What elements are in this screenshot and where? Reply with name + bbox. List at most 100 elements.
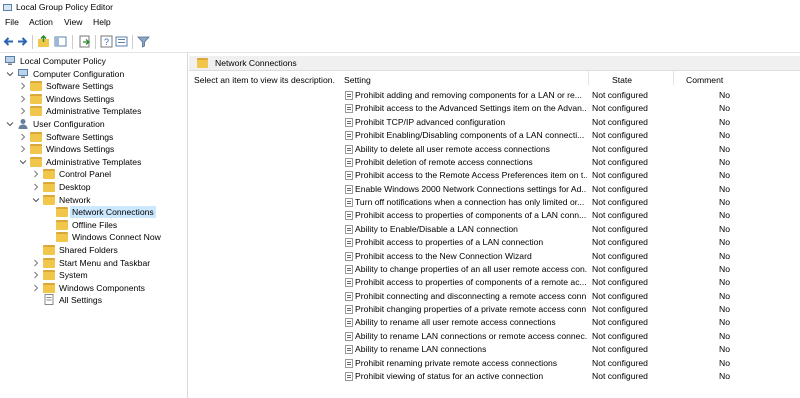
chevron-down-icon[interactable] bbox=[32, 196, 40, 204]
computer-policy-icon bbox=[4, 55, 16, 66]
table-row[interactable]: Ability to change properties of an all u… bbox=[339, 263, 800, 276]
comment-cell: No bbox=[719, 90, 730, 100]
state-cell: Not configured bbox=[592, 130, 648, 141]
chevron-down-icon[interactable] bbox=[19, 158, 27, 166]
table-row[interactable]: Ability to delete all user remote access… bbox=[339, 143, 800, 156]
menu-view[interactable]: View bbox=[64, 17, 82, 27]
chevron-right-icon[interactable] bbox=[32, 271, 40, 279]
menu-file[interactable]: File bbox=[5, 17, 19, 27]
tree-node[interactable]: Offline Files bbox=[0, 219, 187, 231]
state-cell: Not configured bbox=[592, 170, 648, 181]
policy-tree[interactable]: Local Computer Policy Computer Configurat… bbox=[0, 53, 188, 398]
column-header-setting[interactable]: Setting bbox=[344, 74, 371, 86]
help-icon[interactable]: ? bbox=[100, 35, 113, 48]
table-row[interactable]: Prohibit access to the Advanced Settings… bbox=[339, 102, 800, 115]
chevron-right-icon[interactable] bbox=[19, 95, 27, 103]
column-divider[interactable] bbox=[673, 71, 674, 85]
table-row[interactable]: Prohibit viewing of status for an active… bbox=[339, 370, 800, 383]
filter-icon[interactable] bbox=[137, 35, 150, 48]
chevron-right-icon[interactable] bbox=[19, 145, 27, 153]
tree-node[interactable]: Windows Settings bbox=[0, 143, 187, 155]
table-row[interactable]: Prohibit access to properties of compone… bbox=[339, 209, 800, 222]
tree-node-label: Desktop bbox=[59, 182, 91, 192]
table-row[interactable]: Ability to rename LAN connections or rem… bbox=[339, 330, 800, 343]
table-row[interactable]: Prohibit access to the Remote Access Pre… bbox=[339, 169, 800, 182]
tree-node[interactable]: Shared Folders bbox=[0, 244, 187, 256]
comment-cell: No bbox=[719, 183, 730, 194]
folder-icon bbox=[30, 144, 42, 155]
menu-help[interactable]: Help bbox=[93, 17, 111, 27]
tree-node[interactable]: Start Menu and Taskbar bbox=[0, 257, 187, 269]
folder-icon bbox=[43, 194, 55, 205]
title-bar: Local Group Policy Editor bbox=[0, 0, 800, 15]
chevron-right-icon[interactable] bbox=[19, 133, 27, 141]
tree-node-label: Windows Components bbox=[59, 282, 145, 293]
tree-node[interactable]: Software Settings bbox=[0, 131, 187, 143]
properties-icon[interactable] bbox=[115, 35, 128, 48]
tree-node[interactable]: Windows Settings bbox=[0, 93, 187, 105]
column-header-state[interactable]: State bbox=[612, 74, 632, 86]
tree-node-label: Shared Folders bbox=[59, 245, 118, 255]
table-row[interactable]: Prohibit connecting and disconnecting a … bbox=[339, 290, 800, 303]
setting-cell: Prohibit connecting and disconnecting a … bbox=[355, 290, 587, 301]
tree-node[interactable]: Desktop bbox=[0, 181, 187, 193]
tree-node[interactable]: Local Computer Policy bbox=[0, 55, 187, 67]
tree-node[interactable]: System bbox=[0, 269, 187, 281]
chevron-right-icon[interactable] bbox=[19, 107, 27, 115]
tree-node-label: System bbox=[59, 270, 88, 281]
chevron-right-icon[interactable] bbox=[19, 82, 27, 90]
table-row[interactable]: Prohibit adding and removing components … bbox=[339, 89, 800, 102]
tree-node[interactable]: Software Settings bbox=[0, 80, 187, 92]
table-row[interactable]: Turn off notifications when a connection… bbox=[339, 196, 800, 209]
policy-setting-icon bbox=[345, 198, 353, 208]
table-row[interactable]: Prohibit access to properties of compone… bbox=[339, 276, 800, 289]
comment-cell: No bbox=[719, 344, 730, 355]
forward-icon[interactable] bbox=[16, 35, 29, 48]
table-row[interactable]: Ability to rename LAN connections Not con… bbox=[339, 343, 800, 356]
show-hide-tree-icon[interactable] bbox=[54, 35, 67, 48]
chevron-down-icon[interactable] bbox=[6, 120, 14, 128]
chevron-right-icon[interactable] bbox=[32, 284, 40, 292]
setting-cell: Prohibit adding and removing components … bbox=[355, 90, 582, 100]
tree-node[interactable]: All Settings bbox=[0, 294, 187, 306]
chevron-down-icon[interactable] bbox=[6, 70, 14, 78]
column-header-comment[interactable]: Comment bbox=[686, 74, 723, 86]
chevron-right-icon[interactable] bbox=[32, 259, 40, 267]
tree-node-label: Start Menu and Taskbar bbox=[59, 257, 151, 268]
tree-node[interactable]: Administrative Templates bbox=[0, 156, 187, 168]
table-row[interactable]: Prohibit changing properties of a privat… bbox=[339, 303, 800, 316]
chevron-right-icon[interactable] bbox=[32, 183, 40, 191]
tree-node[interactable]: Network bbox=[0, 194, 187, 206]
table-row[interactable]: Ability to Enable/Disable a LAN connecti… bbox=[339, 223, 800, 236]
svg-text:?: ? bbox=[104, 37, 109, 47]
setting-cell: Turn off notifications when a connection… bbox=[355, 197, 585, 208]
table-row[interactable]: Prohibit access to the New Connection Wi… bbox=[339, 250, 800, 263]
tree-node[interactable]: Control Panel bbox=[0, 168, 187, 180]
table-row[interactable]: Prohibit TCP/IP advanced configuration No… bbox=[339, 116, 800, 129]
state-cell: Not configured bbox=[592, 370, 648, 381]
up-folder-icon[interactable] bbox=[37, 35, 50, 48]
table-row[interactable]: Prohibit access to properties of a LAN c… bbox=[339, 236, 800, 249]
menu-action[interactable]: Action bbox=[29, 17, 53, 27]
export-list-icon[interactable] bbox=[78, 35, 91, 48]
table-row[interactable]: Prohibit Enabling/Disabling components o… bbox=[339, 129, 800, 142]
window-title: Local Group Policy Editor bbox=[16, 2, 113, 12]
table-row[interactable]: Enable Windows 2000 Network Connections … bbox=[339, 183, 800, 196]
back-icon[interactable] bbox=[2, 35, 15, 48]
table-row[interactable]: Ability to rename all user remote access… bbox=[339, 316, 800, 329]
setting-cell: Prohibit renaming private remote access … bbox=[355, 357, 558, 368]
table-row[interactable]: Prohibit deletion of remote access conne… bbox=[339, 156, 800, 169]
column-divider[interactable] bbox=[588, 71, 589, 85]
comment-cell: No bbox=[719, 156, 730, 167]
table-row[interactable]: Prohibit renaming private remote access … bbox=[339, 357, 800, 370]
tree-node[interactable]: Windows Connect Now bbox=[0, 231, 187, 243]
tree-node[interactable]: Windows Components bbox=[0, 282, 187, 294]
chevron-right-icon[interactable] bbox=[32, 170, 40, 178]
comment-cell: No bbox=[719, 103, 730, 114]
tree-node[interactable]: User Configuration bbox=[0, 118, 187, 130]
setting-cell: Prohibit access to the Remote Access Pre… bbox=[355, 170, 587, 181]
tree-node[interactable]: Administrative Templates bbox=[0, 105, 187, 117]
tree-node[interactable]: Computer Configuration bbox=[0, 68, 187, 80]
state-cell: Not configured bbox=[592, 103, 648, 114]
tree-node[interactable]: Network Connections bbox=[0, 206, 187, 219]
